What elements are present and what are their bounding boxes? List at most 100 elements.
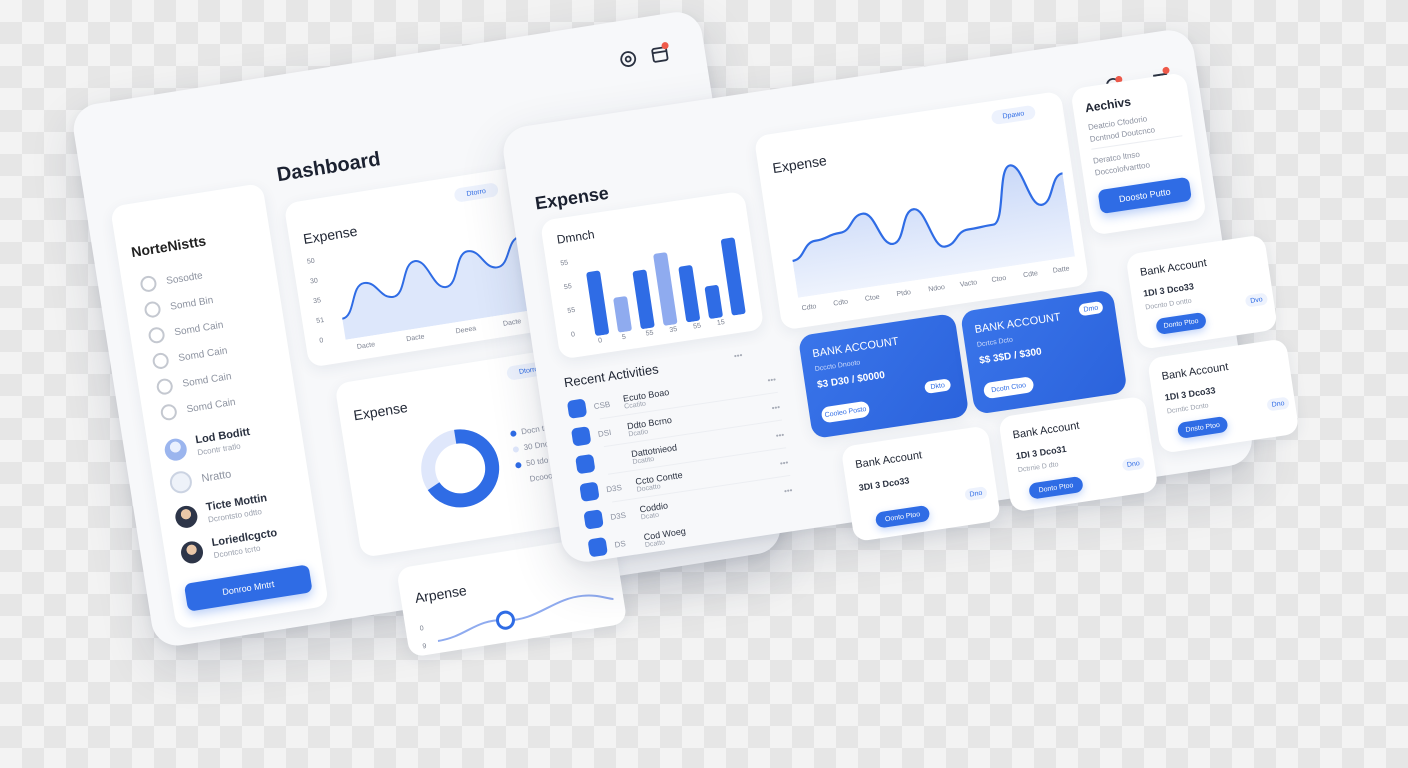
dashboard-mockup-scene: Dashboard NorteNistts Sosodte Somd Bin S…: [0, 0, 1408, 768]
more-icon[interactable]: •••: [771, 402, 781, 412]
x-tick: Dacte: [502, 318, 522, 328]
bank-card-button[interactable]: Oonto Ptoo: [874, 504, 931, 529]
activity-icon: [579, 481, 600, 502]
gear-icon: [147, 326, 166, 345]
avatar: [173, 503, 199, 529]
section-title: Recent Activities: [562, 361, 660, 391]
sidebar-person[interactable]: Nratto: [168, 463, 233, 495]
x-tick: Ndoo: [927, 284, 946, 294]
bank-card-tag: Dno: [1266, 396, 1290, 412]
activity-icon: [575, 453, 596, 475]
legend-item: Dcooo: [529, 471, 554, 484]
x-tick: Cdte: [1022, 270, 1039, 280]
sidebar-person[interactable]: Lod Boditt Dcontr tratlo: [163, 426, 253, 462]
chart-bar: [613, 296, 632, 333]
bank-account-card[interactable]: Bank Account 3DI 3 Dco33 Oonto Ptoo Dno: [840, 425, 1002, 543]
actions-card: Aechivs Deatcio Cfodorio Dcntnod Doutcnc…: [1070, 72, 1207, 236]
bank-account-card[interactable]: BANK ACCOUNT Dmo Dcrtcs Dcto $$ 3$D / $3…: [959, 289, 1128, 415]
card-title: Dmnch: [555, 227, 596, 247]
sidebar-item[interactable]: Somd Cain: [147, 317, 224, 345]
bank-card-button[interactable]: Cooleo Posto: [820, 400, 871, 424]
sidebar-item[interactable]: Somd Cain: [151, 342, 229, 371]
bank-card-button[interactable]: Dnsto Ptoo: [1176, 415, 1229, 440]
activity-icon: [583, 509, 604, 530]
y-tick: 0: [570, 331, 576, 339]
bank-card-tag: Dkto: [923, 378, 952, 394]
filter-pill[interactable]: Dtorro: [453, 182, 500, 203]
legend-swatch: [509, 429, 517, 437]
chart-point-marker[interactable]: [495, 610, 515, 630]
x-tick: Cdto: [832, 298, 849, 308]
actions-primary-button[interactable]: Doosto Putto: [1097, 176, 1193, 215]
gear-icon: [143, 300, 162, 319]
bank-account-card[interactable]: Bank Account 1DI 3 Dco33 Docnto D ontto …: [1125, 234, 1278, 350]
settings-icon: [155, 377, 174, 396]
sidebar-item[interactable]: Sosodte: [139, 267, 203, 294]
bank-card-tag: Dmo: [1078, 300, 1104, 317]
sidebar-item[interactable]: Somd Cain: [155, 368, 233, 396]
settings-icon[interactable]: [616, 46, 641, 71]
chart-bar: [586, 270, 609, 336]
expense-bar-chart: [586, 237, 746, 336]
sidebar-item[interactable]: Somd Cain: [159, 394, 237, 422]
more-icon[interactable]: •••: [733, 351, 743, 361]
more-icon[interactable]: •••: [767, 375, 777, 385]
bank-account-card[interactable]: BANK ACCOUNT Dcccto Dnooto $3 D30 / $000…: [797, 312, 970, 440]
activity-list: CSB Ecuto Boao Ccatito ••• DSI Ddto Bcrno…: [566, 368, 795, 558]
y-tick: 30: [309, 277, 319, 286]
legend-swatch: [512, 445, 520, 453]
y-tick: 9: [422, 642, 428, 651]
section-title: Expense: [533, 182, 610, 214]
avatar: [179, 539, 205, 565]
x-tick: Ctoo: [991, 274, 1007, 284]
bank-card-button[interactable]: Dcotn Ctoo: [982, 376, 1035, 400]
bank-account-card[interactable]: Bank Account 1DI 3 Dco33 Dcrntic Dcnto D…: [1146, 338, 1300, 454]
card-title: Expense: [771, 152, 828, 177]
activity-icon: [570, 426, 592, 447]
x-tick: Deeea: [455, 325, 477, 336]
x-tick: 5: [621, 333, 627, 342]
activity-icon: [566, 398, 588, 419]
chart-bar: [678, 265, 700, 323]
expense-area-card: Expense Dpawo Cdto Cdto Ctoe Ptdo Ndoo V…: [753, 90, 1090, 331]
y-tick: 51: [315, 316, 325, 326]
circle-icon: [159, 403, 178, 422]
sidebar-title: NorteNistts: [130, 232, 208, 261]
x-tick: 0: [597, 337, 603, 345]
sidebar-person[interactable]: Ticte Mottin Dcrontsto odtto: [173, 492, 270, 529]
x-tick: 35: [669, 326, 678, 335]
sidebar-person[interactable]: Loriedlcgcto Dcontco tcrto: [179, 527, 279, 565]
sidebar-primary-button[interactable]: Donroo Mntrt: [183, 564, 313, 612]
more-icon[interactable]: •••: [783, 485, 793, 495]
sidebar-item[interactable]: Somd Bin: [143, 292, 214, 319]
bank-card-tag: Dno: [1121, 456, 1146, 472]
chart-bar: [704, 285, 723, 319]
bank-card-button[interactable]: Donto Ptoo: [1155, 311, 1207, 336]
legend-item: 30 Dno: [512, 439, 550, 454]
card-title: Aechivs: [1084, 94, 1132, 116]
more-icon[interactable]: •••: [775, 430, 785, 440]
y-tick: 50: [306, 257, 316, 266]
y-tick: 0: [419, 625, 425, 633]
chart-bar: [720, 237, 746, 316]
chart-area-fill: [342, 236, 532, 340]
bank-account-card[interactable]: Bank Account 1DI 3 Dco31 Dctrnie D dto D…: [997, 395, 1159, 513]
y-tick: 55: [563, 283, 573, 292]
avatar: [168, 469, 194, 495]
x-tick: Ptdo: [896, 289, 912, 299]
more-icon[interactable]: •••: [779, 458, 789, 468]
gear-icon: [151, 351, 170, 371]
bank-card-button[interactable]: Donto Ptoo: [1028, 475, 1084, 500]
filter-pill[interactable]: Dpawo: [990, 104, 1037, 126]
chart-bar: [653, 252, 678, 326]
legend-swatch: [514, 461, 522, 469]
y-tick: 55: [559, 259, 569, 268]
y-tick: 55: [567, 306, 576, 315]
y-tick: 35: [312, 297, 322, 306]
calendar-icon[interactable]: [647, 41, 672, 66]
x-tick: 55: [645, 329, 655, 338]
x-tick: Ctoe: [864, 293, 881, 303]
y-tick: 0: [319, 337, 324, 345]
circle-icon: [139, 274, 158, 294]
card-title: Expense: [352, 398, 409, 424]
